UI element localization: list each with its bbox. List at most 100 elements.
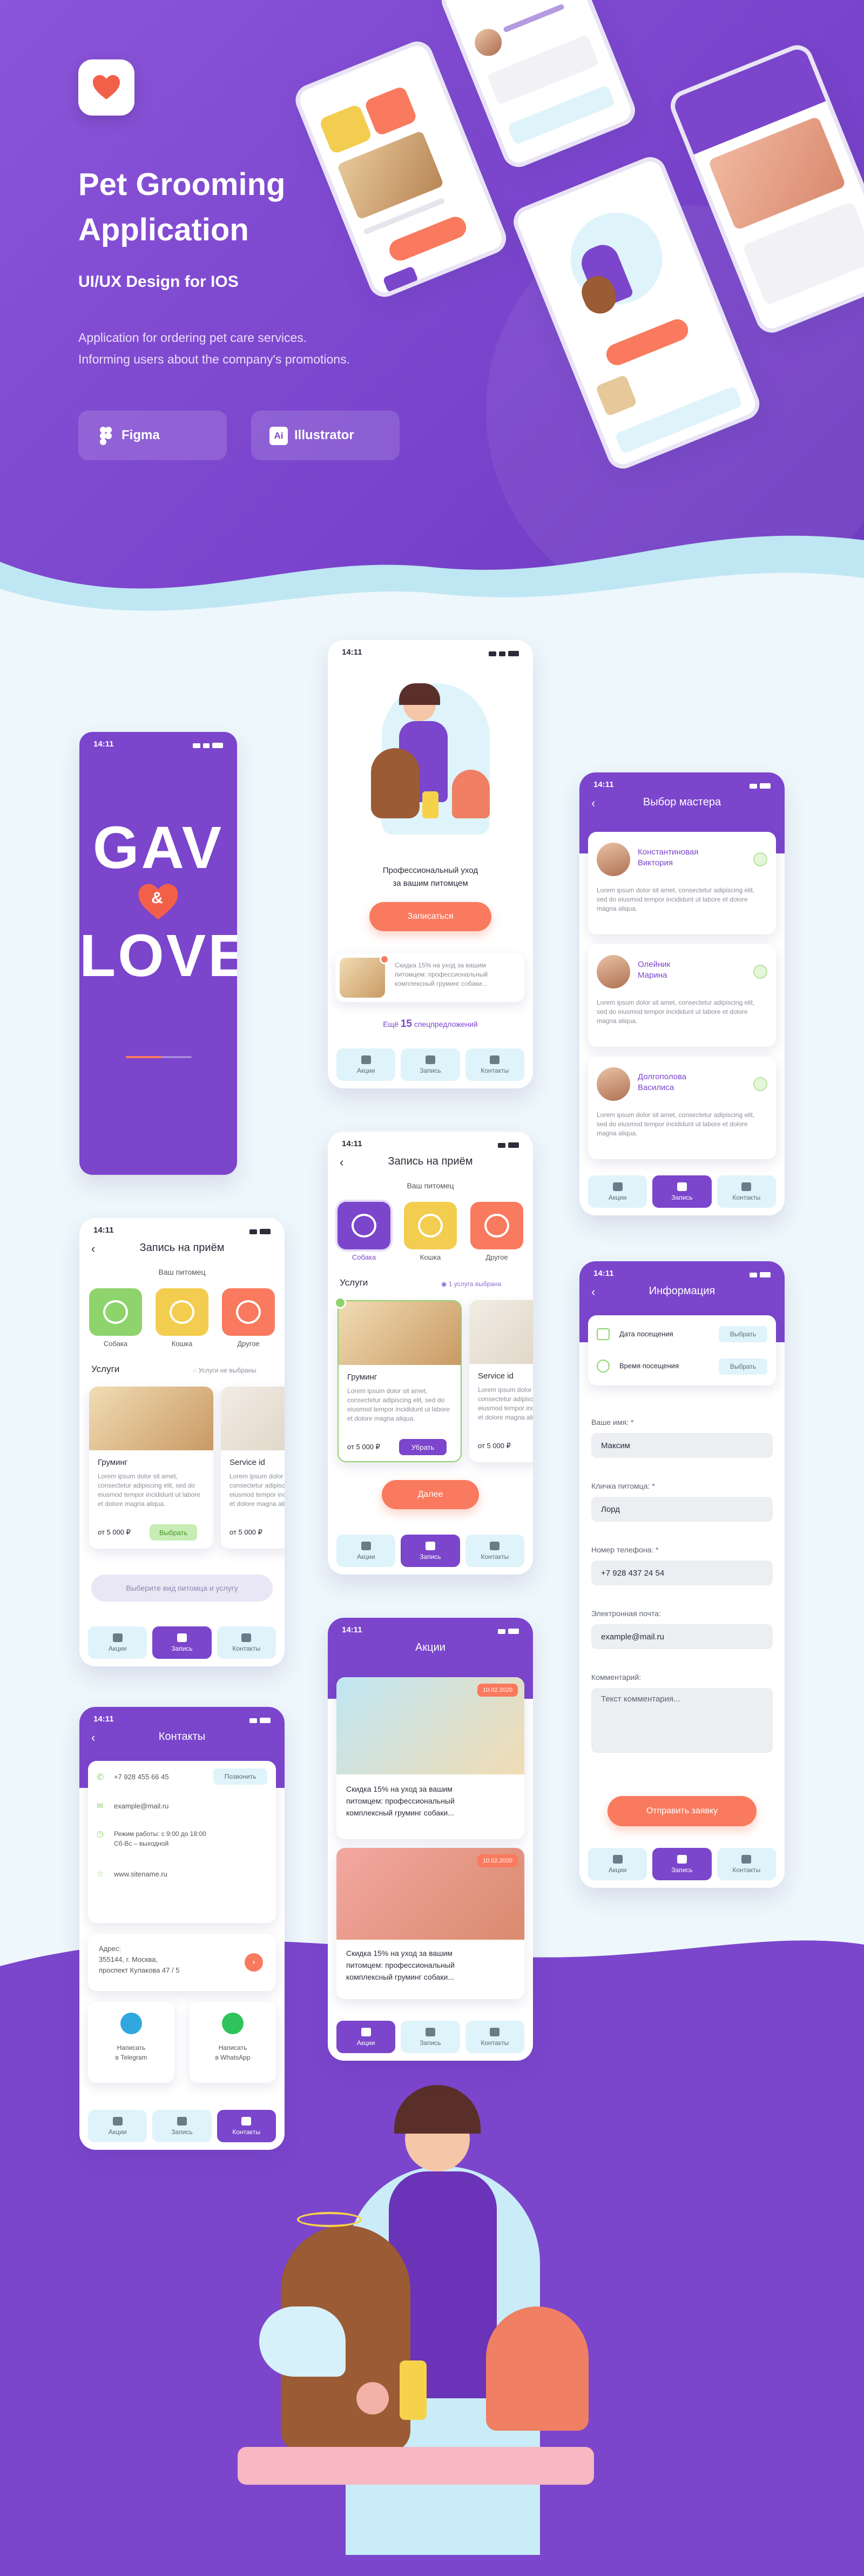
promo-date-badge: 10.02.2020 [477,1684,518,1697]
mail-icon [241,1633,252,1642]
service-description: Lorem ipsum dolor sit amet, consectetur … [347,1387,450,1422]
whatsapp-icon [222,2013,244,2034]
check-icon[interactable] [753,852,767,866]
check-icon [334,1297,346,1309]
contact-website[interactable]: www.sitename.ru [114,1870,167,1878]
groomer-illustration [360,667,501,840]
choose-service-button[interactable]: Выбрать [150,1524,197,1541]
remove-service-button[interactable]: Убрать [399,1439,447,1455]
phone-field[interactable]: +7 928 437 24 54 [591,1561,773,1585]
page-title: Контакты [158,1731,206,1743]
name-field[interactable]: Максим [591,1433,773,1458]
contact-phone[interactable]: +7 928 455 66 45 [114,1773,169,1781]
status-bar: 14:11 [79,732,237,751]
illustrator-badge: Ai Illustrator [251,411,400,460]
master-card[interactable]: Константиновая Виктория Lorem ipsum dolor… [588,832,776,934]
service-card-selected[interactable]: Груминг Lorem ipsum dolor sit amet, cons… [334,1297,462,1462]
smile-icon [236,1300,261,1324]
tab-promo[interactable]: Акции [336,1535,396,1567]
status-bar: 14:11 [79,1218,285,1237]
pet-other-tile[interactable] [222,1288,275,1336]
contact-email[interactable]: example@mail.ru [114,1802,168,1810]
mail-icon [490,1541,500,1550]
tab-booking[interactable]: Запись [401,1048,460,1081]
master-bio: Lorem ipsum dolor sit amet, consectetur … [597,886,755,912]
master-name: Долгополова Василиса [638,1072,687,1092]
check-icon[interactable] [753,1077,767,1091]
hero-section: Pet Grooming Application UI/UX Design for… [0,0,864,637]
mail-icon: ✉ [97,1801,104,1811]
route-arrow-icon[interactable]: › [245,1953,263,1972]
choose-date-button[interactable]: Выбрать [719,1326,767,1342]
tab-promo[interactable]: Акции [336,1048,396,1081]
tab-contacts[interactable]: Контакты [217,1626,276,1659]
tab-booking[interactable]: Запись [401,2021,460,2053]
page-title: Запись на приём [388,1155,473,1167]
pet-cat-tile[interactable] [404,1202,457,1249]
promo-card[interactable]: Скидка 15% на уход за вашим питомцем: пр… [335,953,524,1002]
pet-cat-tile[interactable] [156,1288,208,1336]
tab-promo[interactable]: Акции [336,2021,396,2053]
check-icon[interactable] [753,965,767,979]
contact-hours: Режим работы: с 9:00 до 18:00 Сб-Вс – вых… [114,1830,206,1847]
promo-card[interactable]: 10.02.2020 Скидка 15% на уход за вашим пи… [336,1848,524,1999]
dog-icon [103,1300,128,1324]
master-card[interactable]: Долгополова Василиса Lorem ipsum dolor si… [588,1057,776,1159]
pet-dog-tile[interactable] [89,1288,142,1336]
tab-contacts[interactable]: Контакты [717,1848,776,1880]
tab-contacts[interactable]: Контакты [717,1175,776,1208]
service-card[interactable]: Груминг Lorem ipsum dolor sit amet, cons… [89,1387,213,1549]
star-icon [612,1182,623,1191]
master-name: Олейник Марина [638,960,671,980]
clock-icon: ◷ [97,1830,104,1839]
tab-contacts[interactable]: Контакты [465,1535,524,1567]
service-description: Lorem ipsum dolor sit amet, consectetur … [98,1472,201,1508]
tab-promo[interactable]: Акции [588,1848,647,1880]
master-card[interactable]: Олейник Марина Lorem ipsum dolor sit amet… [588,944,776,1047]
tab-booking[interactable]: Запись [401,1535,460,1567]
smile-icon [484,1214,509,1237]
master-screen: 14:11 ‹ Выбор мастера Константиновая Викт… [579,772,785,1215]
whatsapp-card[interactable]: Написать в WhatsApp [190,2002,276,2083]
book-button[interactable]: Записаться [369,902,491,931]
call-button[interactable]: Позвонить [213,1768,267,1785]
pet-label-dog: Собака [103,1340,128,1348]
calendar-icon [177,1633,187,1642]
tab-booking[interactable]: Запись [152,2110,212,2142]
tab-booking[interactable]: Запись [652,1848,712,1880]
mail-icon [741,1854,752,1864]
promo-card[interactable]: 10.02.2020 Скидка 15% на уход за вашим пи… [336,1677,524,1839]
promo-badge-icon [380,954,389,964]
service-title: Груминг [347,1373,377,1382]
services-heading: Услуги [340,1277,368,1288]
promo-text: Скидка 15% на уход за вашим питомцем: про… [346,1785,455,1817]
tab-booking[interactable]: Запись [152,1626,212,1659]
service-card[interactable]: Service id Lorem ipsum dolor sit amet, c… [469,1300,533,1462]
tab-contacts[interactable]: Контакты [217,2110,276,2142]
tab-booking[interactable]: Запись [652,1175,712,1208]
tab-promo[interactable]: Акции [88,1626,147,1659]
dog-icon [352,1214,376,1237]
telegram-card[interactable]: Написать в Telegram [88,2002,174,2083]
pet-dog-tile[interactable] [338,1202,390,1249]
next-button[interactable]: Далее [382,1480,479,1509]
more-offers-link[interactable]: Ещё 15 спецпредложений [328,1018,533,1030]
select-prompt-button[interactable]: Выберите вид питомца и услугу [91,1575,273,1602]
submit-button[interactable]: Отправить заявку [608,1796,757,1826]
pet-label: Ваш питомец [158,1268,206,1276]
tab-contacts[interactable]: Контакты [465,2021,524,2053]
tab-promo[interactable]: Акции [588,1175,647,1208]
tab-promo[interactable]: Акции [88,2110,147,2142]
page-title: Акции [415,1642,446,1653]
service-card[interactable]: Service id Lorem ipsum dolor sit amet, c… [221,1387,285,1549]
tab-contacts[interactable]: Контакты [465,1048,524,1081]
page-title: Выбор мастера [643,796,721,808]
status-bar: 14:11 [328,1132,533,1151]
service-price: от 5 000 ₽ [478,1442,511,1450]
email-field[interactable]: example@mail.ru [591,1624,773,1649]
pet-name-field[interactable]: Лорд [591,1497,773,1522]
choose-time-button[interactable]: Выбрать [719,1358,767,1375]
hero-wave-divider [0,535,864,637]
pet-other-tile[interactable] [470,1202,523,1249]
comment-field[interactable]: Текст комментария... [591,1688,773,1753]
